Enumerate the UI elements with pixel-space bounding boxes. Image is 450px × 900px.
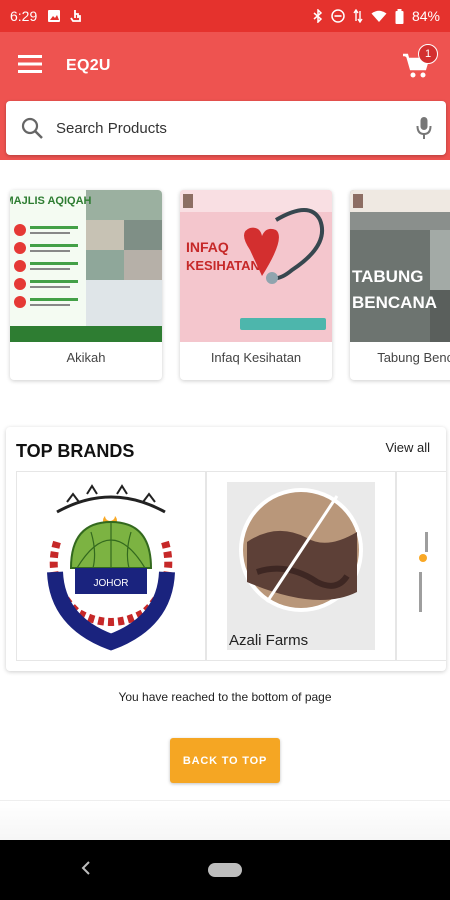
brand-name: Azali Farms	[229, 632, 309, 649]
svg-text:BENCANA: BENCANA	[352, 293, 437, 312]
image-icon	[48, 10, 61, 22]
top-brands-section: TOP BRANDS View all JOHOR Azali Farms	[6, 427, 446, 671]
category-thumbnail: TABUNG BENCANA	[350, 190, 450, 342]
mic-icon[interactable]	[416, 116, 432, 140]
touch-icon	[70, 10, 82, 22]
status-time: 6:29	[10, 8, 38, 24]
status-bar: 6:29 84%	[0, 0, 450, 32]
status-left-icons	[47, 8, 83, 24]
search-input[interactable]: Search Products	[56, 120, 167, 137]
bottom-of-page-message: You have reached to the bottom of page	[118, 690, 332, 704]
brand-logo: JOHOR	[47, 484, 175, 651]
brand-tile-johor[interactable]: JOHOR	[16, 471, 206, 661]
category-label: Akikah	[66, 350, 106, 365]
brand-tile-azali-farms[interactable]: Azali Farms	[206, 471, 396, 661]
system-navigation-bar	[0, 840, 450, 900]
brand-tile-partial[interactable]	[396, 471, 446, 661]
bluetooth-icon	[313, 9, 323, 23]
cart-button[interactable]: 1	[400, 44, 438, 82]
back-icon[interactable]	[80, 860, 92, 876]
search-icon	[21, 117, 43, 139]
top-brands-heading: TOP BRANDS	[16, 441, 135, 461]
view-all-link[interactable]: View all	[385, 440, 430, 455]
do-not-disturb-icon	[331, 9, 345, 23]
category-card-akikah[interactable]: MAJLIS AQIQAH Akikah	[10, 190, 162, 380]
app-title: EQ2U	[66, 57, 111, 74]
category-label: Infaq Kesihatan	[210, 350, 302, 365]
brand-logo	[419, 532, 428, 612]
footer-divider	[0, 800, 450, 840]
category-card-infaq-kesihatan[interactable]: INFAQ KESIHATAN Infaq Kesihatan	[180, 190, 332, 380]
status-right-icons: 84%	[313, 8, 440, 24]
svg-text:INFAQ: INFAQ	[186, 239, 229, 255]
back-to-top-button[interactable]: BACK TO TOP	[170, 738, 280, 783]
battery-percent: 84%	[411, 8, 440, 24]
battery-icon	[395, 8, 404, 24]
svg-text:KESIHATAN: KESIHATAN	[186, 258, 260, 273]
home-pill[interactable]	[208, 863, 242, 877]
data-arrows-icon	[353, 9, 363, 23]
wifi-icon	[371, 10, 387, 22]
menu-icon[interactable]	[18, 54, 42, 78]
category-card-tabung-bencana[interactable]: TABUNG BENCANA Tabung Bencana	[350, 190, 450, 380]
svg-text:TABUNG: TABUNG	[352, 267, 423, 286]
search-bar[interactable]: Search Products	[6, 101, 446, 155]
category-label: Tabung Bencana	[377, 350, 450, 365]
category-thumbnail: MAJLIS AQIQAH	[10, 190, 162, 342]
cart-badge: 1	[418, 44, 438, 64]
category-thumbnail: INFAQ KESIHATAN	[180, 190, 332, 342]
category-carousel[interactable]: MAJLIS AQIQAH Akikah INFAQ KESIHATAN Inf…	[0, 180, 450, 390]
brand-logo-text: JOHOR	[94, 578, 129, 589]
app-bar: EQ2U 1	[0, 32, 450, 100]
svg-text:MAJLIS AQIQAH: MAJLIS AQIQAH	[10, 195, 92, 207]
